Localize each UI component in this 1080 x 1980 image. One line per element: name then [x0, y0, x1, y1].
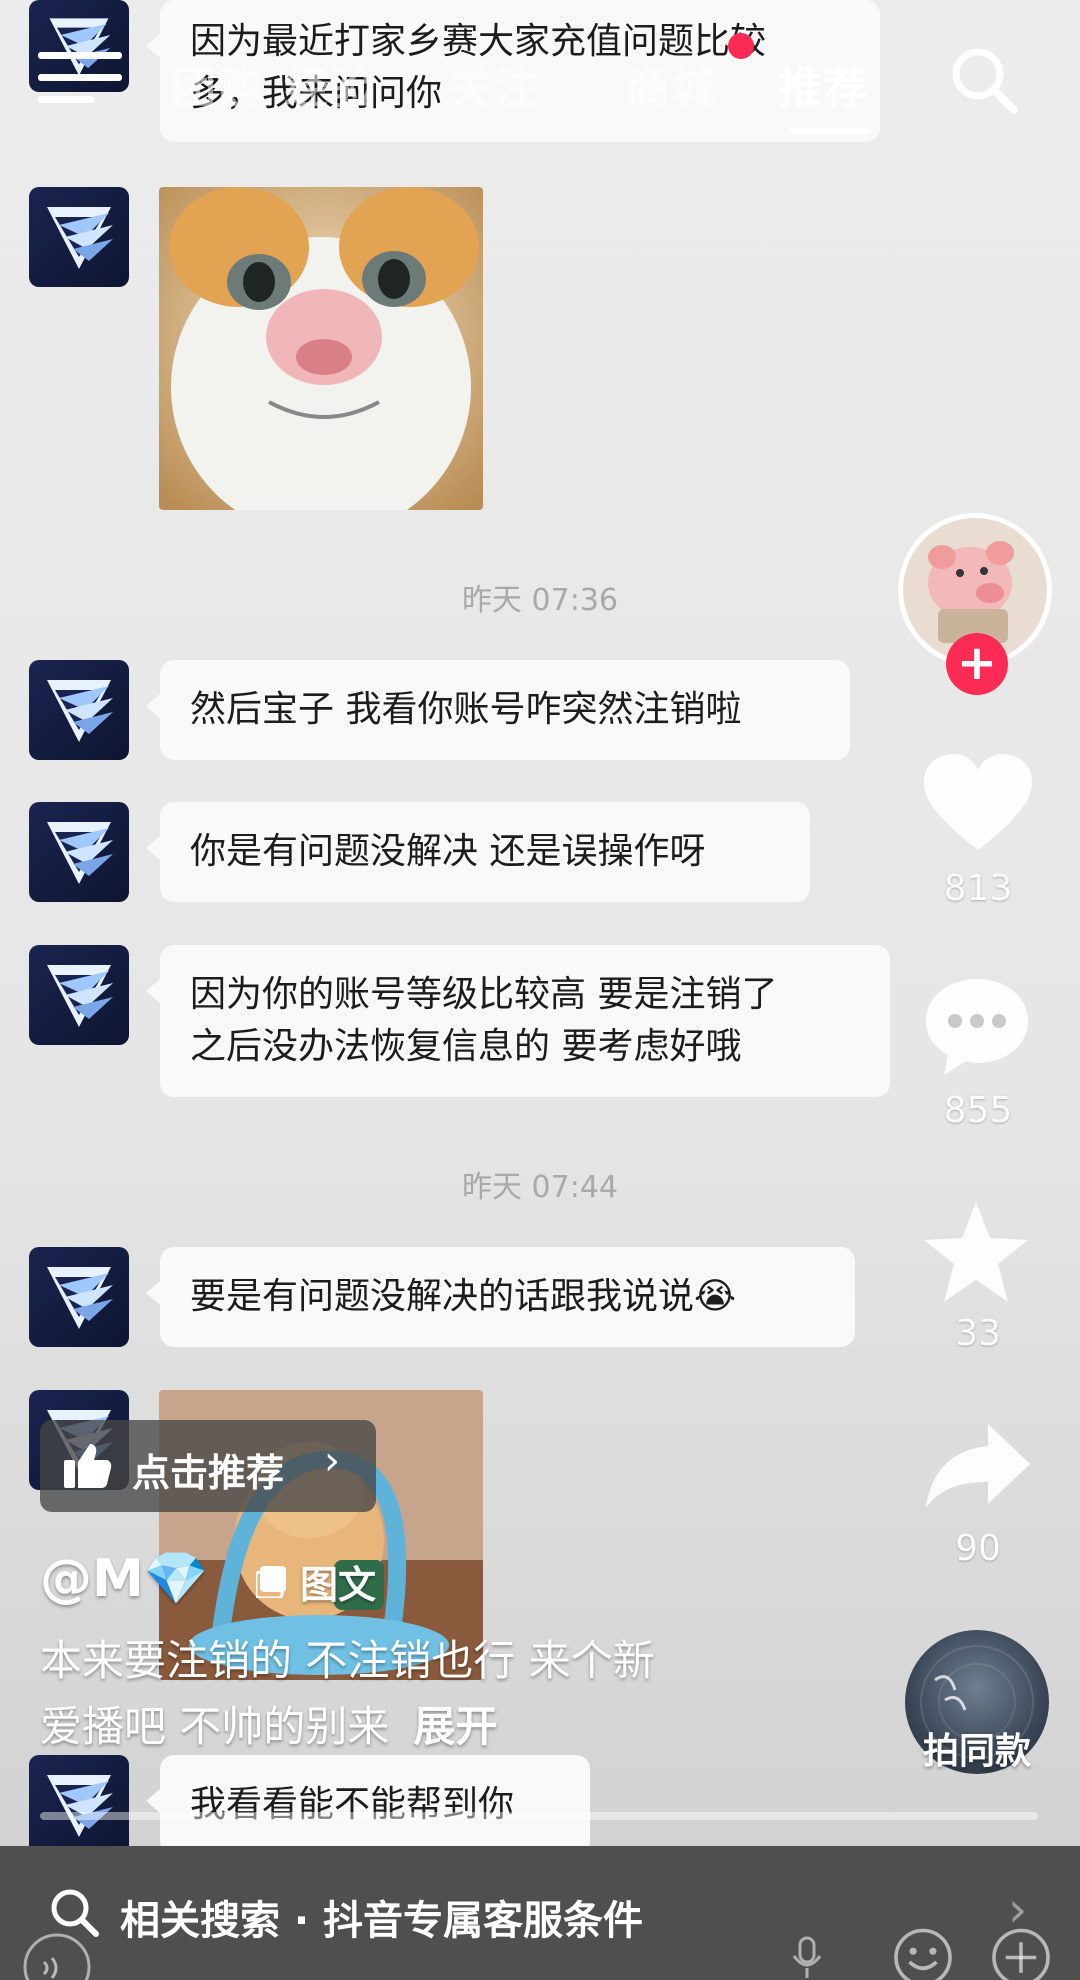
related-search-bar[interactable]: 相关搜索 · 抖音专属客服条件 ›: [0, 1846, 1080, 1980]
search-icon: [51, 1889, 99, 1937]
shoot-same-label[interactable]: 拍同款: [905, 1722, 1049, 1774]
description-text: 爱播吧 不帅的别来: [40, 1702, 390, 1751]
message-line: 然后宝子 我看你账号咋突然注销啦: [190, 689, 742, 730]
hamburger-menu-icon: [38, 52, 122, 103]
search-icon: [952, 48, 1018, 114]
cat-photo-icon: [159, 187, 483, 510]
post-description: 本来要注销的 不注销也行 来个新 爱播吧 不帅的别来 展开: [40, 1628, 655, 1760]
message-bubble: 你是有问题没解决 还是误操作呀: [146, 802, 810, 902]
recommend-button[interactable]: 点击推荐 ›: [40, 1420, 376, 1512]
v-logo-icon: [47, 822, 113, 884]
like-count: 813: [943, 868, 1013, 909]
message-line: 之后没办法恢复信息的 要考虑好哦: [190, 1026, 742, 1067]
live-dot: [728, 33, 754, 59]
favorite-count: 33: [955, 1313, 1001, 1354]
tab-follow[interactable]: 关注: [448, 52, 540, 116]
message-line: 要是有问题没解决的话跟我说说😭: [190, 1276, 737, 1317]
tab-group-buy[interactable]: 团购: [172, 52, 264, 116]
comment-button[interactable]: [922, 975, 1032, 1079]
related-search-label: 相关搜索 · 抖音专属客服条件: [120, 1898, 644, 1944]
sender-avatar[interactable]: [29, 945, 129, 1045]
recommend-label: 点击推荐: [132, 1451, 285, 1495]
message-line: 我看看能不能帮到你: [190, 1784, 515, 1825]
chevron-right-icon: ›: [324, 1438, 340, 1484]
like-button[interactable]: [922, 752, 1034, 856]
gallery-icon: [256, 1566, 286, 1598]
sender-avatar[interactable]: [29, 1755, 129, 1855]
search-button[interactable]: [948, 44, 1020, 116]
description-line: 爱播吧 不帅的别来 展开: [40, 1694, 655, 1760]
comment-count: 855: [943, 1090, 1013, 1131]
v-logo-icon: [47, 1775, 113, 1837]
comment-bubble-icon: [926, 979, 1028, 1075]
star-icon: [924, 1202, 1028, 1302]
v-logo-icon: [47, 965, 113, 1027]
share-arrow-icon: [926, 1424, 1030, 1508]
cat-image[interactable]: [159, 187, 483, 510]
message-line: 你是有问题没解决 还是误操作呀: [190, 831, 706, 872]
description-line: 本来要注销的 不注销也行 来个新: [40, 1636, 655, 1685]
message-bubble: 因为你的账号等级比较高 要是注销了 之后没办法恢复信息的 要考虑好哦: [146, 945, 890, 1097]
sender-avatar[interactable]: [29, 660, 129, 760]
share-count: 90: [955, 1528, 1001, 1569]
sender-avatar[interactable]: [29, 802, 129, 902]
message-bubble: 要是有问题没解决的话跟我说说😭: [146, 1247, 855, 1347]
v-logo-icon: [47, 1267, 113, 1329]
post-type-label: 图文: [300, 1562, 377, 1607]
active-tab-indicator: [788, 128, 870, 134]
add-icon: [992, 1928, 1050, 1980]
share-button[interactable]: [922, 1420, 1034, 1512]
message-line: 因为你的账号等级比较高 要是注销了: [190, 974, 778, 1015]
emoji-icon: [894, 1928, 952, 1980]
voice-wave-icon: [23, 1933, 91, 1980]
tab-recommend[interactable]: 推荐: [778, 52, 870, 116]
author-name[interactable]: @M💎: [40, 1548, 209, 1609]
v-logo-icon: [47, 207, 113, 269]
sender-avatar[interactable]: [29, 187, 129, 287]
v-logo-icon: [47, 680, 113, 742]
sender-avatar[interactable]: [29, 1247, 129, 1347]
expand-link[interactable]: 展开: [413, 1702, 497, 1751]
post-type-badge: 图文: [256, 1555, 376, 1607]
tab-mall[interactable]: 商城: [626, 52, 718, 116]
favorite-button[interactable]: [920, 1198, 1032, 1308]
message-timestamp: 昨天 07:44: [462, 1170, 618, 1205]
heart-icon: [924, 754, 1032, 850]
progress-bar[interactable]: [40, 1812, 1038, 1820]
tab-experience[interactable]: 经验: [284, 52, 376, 116]
message-bubble: 我看看能不能帮到你: [146, 1755, 590, 1855]
microphone-icon: [792, 1936, 822, 1978]
follow-plus-button[interactable]: +: [946, 633, 1008, 695]
menu-button[interactable]: [38, 48, 122, 108]
thumbs-up-icon: [64, 1444, 112, 1488]
message-bubble: 然后宝子 我看你账号咋突然注销啦: [146, 660, 850, 760]
